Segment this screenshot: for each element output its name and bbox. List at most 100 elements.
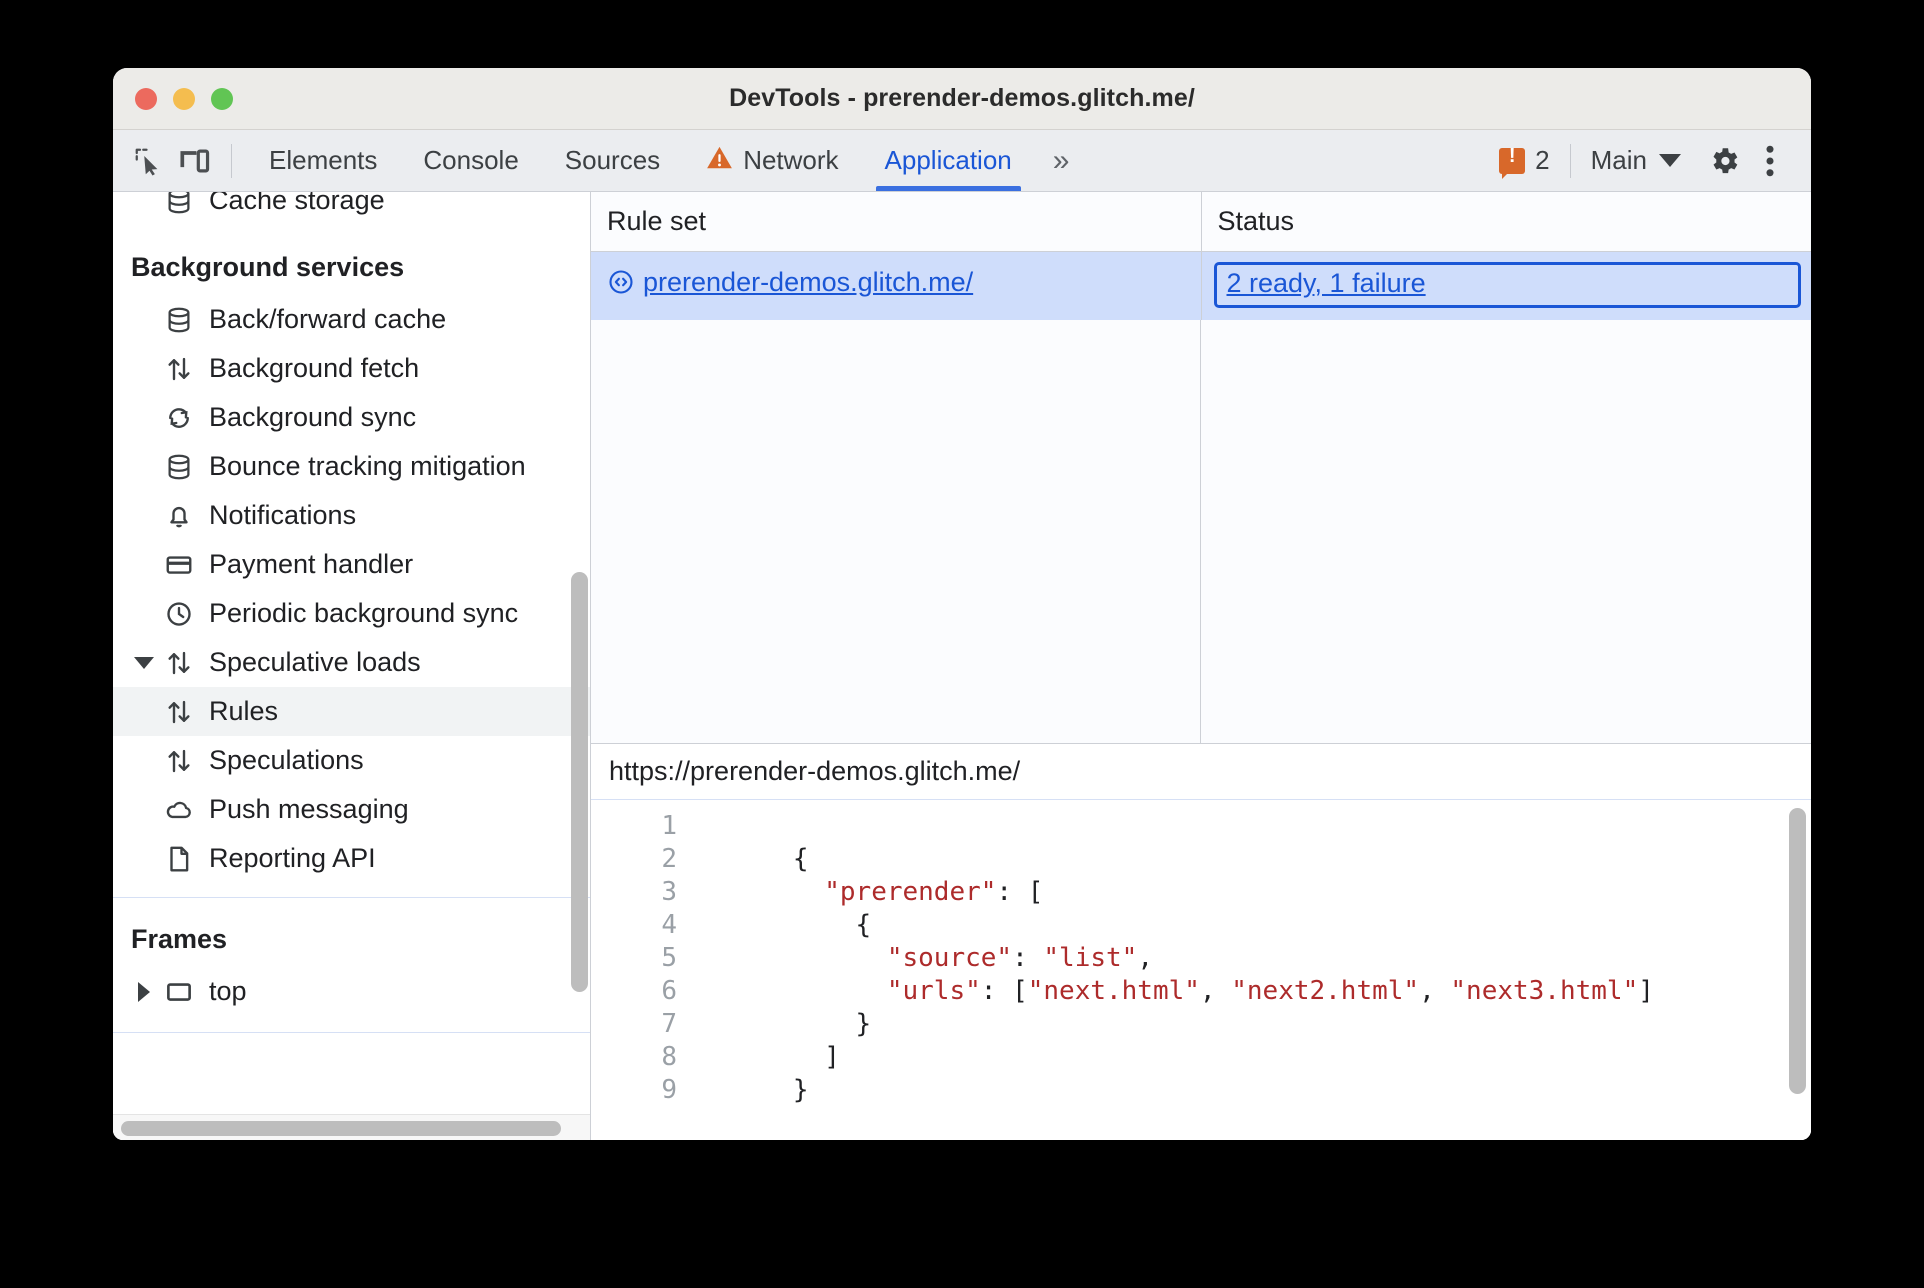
- frame-icon: [157, 977, 201, 1007]
- error-count-badge[interactable]: 2: [1493, 145, 1555, 179]
- tab-network[interactable]: Network: [683, 130, 861, 191]
- code-brackets-icon: [607, 268, 635, 296]
- sidebar-vertical-scrollbar[interactable]: [571, 572, 588, 992]
- code-line: 7 }: [591, 1008, 1811, 1041]
- line-number: 4: [661, 910, 677, 940]
- sidebar-item-background-sync[interactable]: Background sync: [113, 393, 590, 442]
- line-number: 2: [661, 844, 677, 874]
- window-titlebar: DevTools - prerender-demos.glitch.me/: [113, 68, 1811, 130]
- rules-panel: Rule set Status prerender-demos.glitch.m…: [591, 192, 1811, 1140]
- sidebar-item-rules[interactable]: Rules: [113, 687, 590, 736]
- sidebar-item-notifications[interactable]: Notifications: [113, 491, 590, 540]
- code-line: 4 {: [591, 909, 1811, 942]
- sidebar-item-label: Notifications: [209, 500, 357, 530]
- tab-application-label: Application: [884, 145, 1012, 175]
- cell-rule-set[interactable]: prerender-demos.glitch.me/: [591, 251, 1202, 320]
- application-sidebar: Cache storage Background services Back/f…: [113, 192, 591, 1140]
- context-selector-label: Main: [1590, 145, 1647, 175]
- line-number: 8: [661, 1042, 677, 1072]
- grid-empty-area: [591, 320, 1811, 743]
- sidebar-item-label: Cache storage: [209, 192, 385, 215]
- status-link[interactable]: 2 ready, 1 failure: [1227, 268, 1426, 298]
- three-dot-menu-icon[interactable]: [1747, 140, 1793, 182]
- column-header-rule-set[interactable]: Rule set: [591, 192, 1202, 252]
- line-number: 9: [661, 1075, 677, 1105]
- sidebar-horizontal-scrollbar[interactable]: [121, 1121, 561, 1136]
- tab-sources-label: Sources: [564, 145, 661, 175]
- sidebar-item-label: Background fetch: [209, 353, 420, 383]
- more-tabs-icon[interactable]: »: [1035, 144, 1084, 178]
- sidebar-item-speculations[interactable]: Speculations: [113, 736, 590, 785]
- error-icon: [1499, 145, 1526, 179]
- updown-arrows-icon: [157, 697, 201, 727]
- line-content: }: [699, 1009, 872, 1039]
- grid-empty-col-status: [1201, 320, 1811, 743]
- rule-sets-table: Rule set Status prerender-demos.glitch.m…: [591, 192, 1811, 320]
- rule-set-link-label: prerender-demos.glitch.me/: [643, 266, 974, 297]
- tab-elements[interactable]: Elements: [246, 130, 400, 191]
- sidebar-item-label: top: [209, 976, 247, 1006]
- sidebar-item-payment-handler[interactable]: Payment handler: [113, 540, 590, 589]
- window-title: DevTools - prerender-demos.glitch.me/: [729, 84, 1195, 112]
- document-icon: [157, 844, 201, 874]
- warning-triangle-icon: [706, 145, 733, 177]
- line-content: "prerender": [: [824, 877, 1044, 907]
- code-line: 1: [591, 810, 1811, 843]
- sidebar-item-top-frame[interactable]: top: [113, 967, 590, 1016]
- sidebar-section-frames: Frames top: [113, 898, 590, 1033]
- tab-console[interactable]: Console: [400, 130, 541, 191]
- tab-sources[interactable]: Sources: [542, 130, 683, 191]
- cell-status[interactable]: 2 ready, 1 failure: [1201, 251, 1811, 320]
- inspect-element-icon[interactable]: [125, 140, 171, 182]
- sidebar-item-cache-storage[interactable]: Cache storage: [113, 192, 590, 226]
- line-content: ]: [699, 1042, 840, 1072]
- sync-icon: [157, 403, 201, 433]
- sidebar-item-label: Speculative loads: [209, 647, 421, 677]
- code-line: 5 "source": "list",: [591, 942, 1811, 975]
- device-toolbar-icon[interactable]: [171, 140, 217, 182]
- sidebar-item-periodic-background-sync[interactable]: Periodic background sync: [113, 589, 590, 638]
- sidebar-section-title: Frames: [131, 924, 228, 954]
- tab-console-label: Console: [423, 145, 519, 175]
- toolbar-right-controls: 2 Main: [1493, 140, 1793, 182]
- sidebar-item-back-forward-cache[interactable]: Back/forward cache: [113, 295, 590, 344]
- chevron-down-icon: [1659, 154, 1681, 167]
- line-content: {: [699, 844, 809, 874]
- sidebar-item-label: Push messaging: [209, 794, 409, 824]
- sidebar-item-label: Payment handler: [209, 549, 414, 579]
- code-line: 9 }: [591, 1074, 1811, 1107]
- sidebar-item-label: Rules: [209, 696, 279, 726]
- source-code-viewer[interactable]: 1 2 { 3 "prerender": [4 {5 "source": "…: [591, 800, 1811, 1140]
- devtools-body: Cache storage Background services Back/f…: [113, 192, 1811, 1140]
- table-row[interactable]: prerender-demos.glitch.me/ 2 ready, 1 fa…: [591, 251, 1811, 320]
- line-number: 1: [661, 811, 677, 841]
- table-header-row: Rule set Status: [591, 192, 1811, 252]
- sidebar-item-reporting-api[interactable]: Reporting API: [113, 834, 590, 883]
- gear-icon[interactable]: [1701, 140, 1747, 182]
- updown-arrows-icon: [157, 354, 201, 384]
- context-selector[interactable]: Main: [1585, 145, 1687, 176]
- column-header-status[interactable]: Status: [1201, 192, 1811, 252]
- sidebar-item-push-messaging[interactable]: Push messaging: [113, 785, 590, 834]
- rule-set-link[interactable]: prerender-demos.glitch.me/: [607, 267, 973, 298]
- toolbar-divider-2: [1569, 143, 1571, 178]
- chevron-down-icon[interactable]: [131, 656, 157, 669]
- grid-empty-col-rule-set: [591, 320, 1201, 743]
- line-content: {: [699, 910, 872, 940]
- source-vertical-scrollbar[interactable]: [1789, 808, 1806, 1094]
- updown-arrows-icon: [157, 746, 201, 776]
- chevron-right-icon[interactable]: [131, 981, 157, 1002]
- tab-application[interactable]: Application: [862, 130, 1035, 191]
- database-icon: [157, 305, 201, 335]
- rule-set-details: https://prerender-demos.glitch.me/ 1 2 {…: [591, 744, 1811, 1140]
- sidebar-item-background-fetch[interactable]: Background fetch: [113, 344, 590, 393]
- devtools-window: DevTools - prerender-demos.glitch.me/ El…: [113, 68, 1811, 1140]
- sidebar-item-speculative-loads[interactable]: Speculative loads: [113, 638, 590, 687]
- panel-tabs: Elements Console Sources Network Applica…: [246, 130, 1083, 191]
- sidebar-item-label: Reporting API: [209, 843, 376, 873]
- sidebar-item-label: Periodic background sync: [209, 598, 519, 628]
- sidebar-section-title: Background services: [131, 252, 405, 282]
- toolbar-divider-1: [231, 143, 232, 178]
- sidebar-item-bounce-tracking-mitigation[interactable]: Bounce tracking mitigation: [113, 442, 590, 491]
- status-focus-ring: 2 ready, 1 failure: [1213, 262, 1801, 308]
